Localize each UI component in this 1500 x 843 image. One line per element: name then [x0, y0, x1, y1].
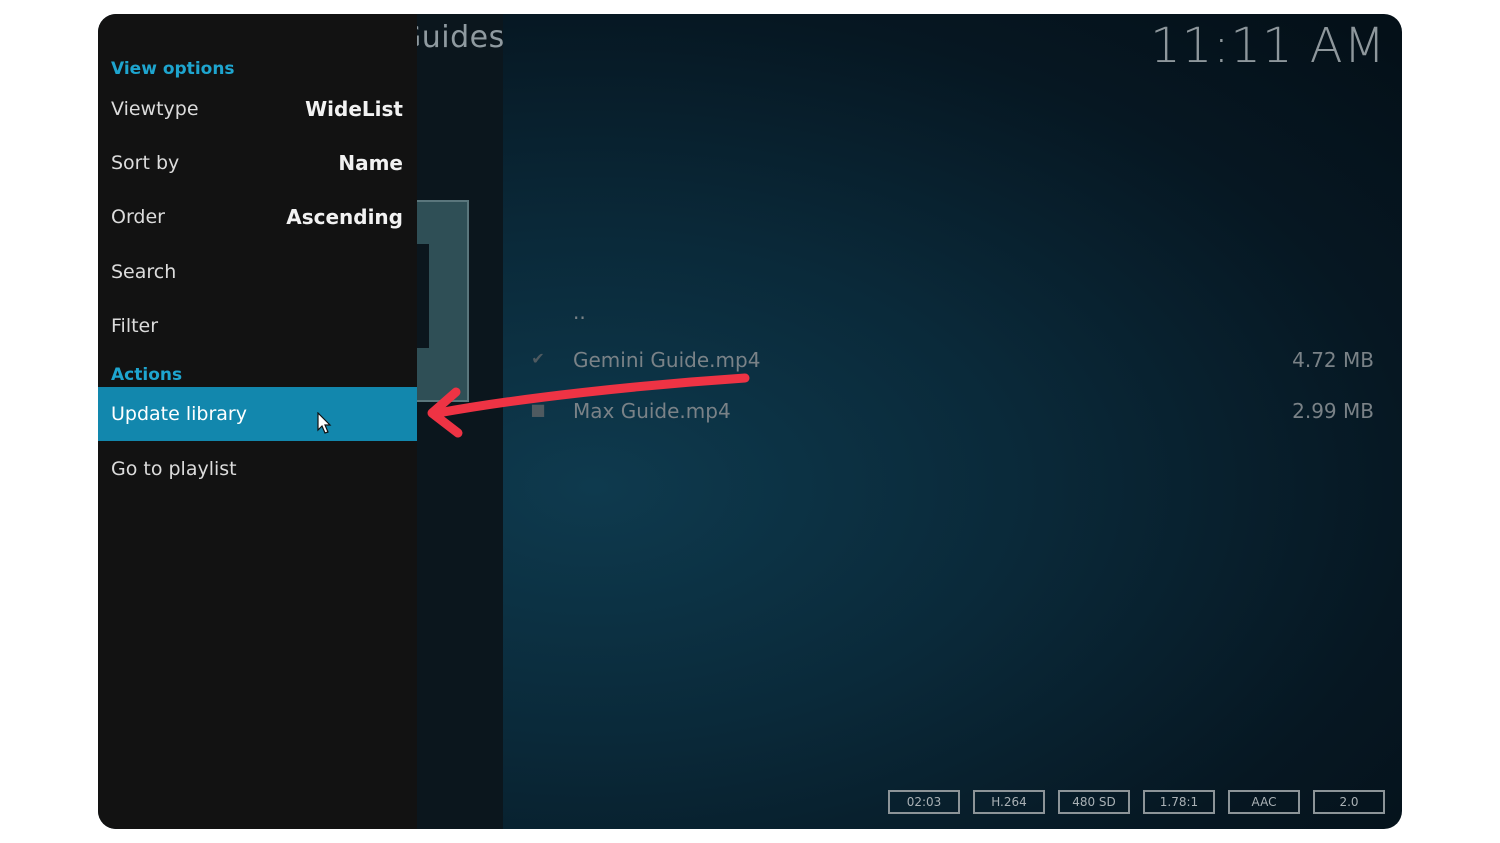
menu-item-label: Sort by [111, 152, 180, 174]
parent-folder-label: .. [573, 300, 586, 324]
menu-item-value: Name [338, 151, 403, 175]
unwatched-dot-icon: ■ [530, 400, 546, 419]
view-options-header: View options [111, 59, 235, 79]
menu-item-label: Viewtype [111, 98, 199, 120]
side-menu: View options Viewtype WideList Sort by N… [98, 14, 417, 829]
background-strip [417, 14, 503, 829]
clock: 11:11 AM [1150, 18, 1386, 74]
menu-item-value: Ascending [286, 205, 403, 229]
kodi-screen: Guides 11:11 AM .. ✔ Gemini Guide.mp4 4.… [98, 14, 1402, 829]
file-row[interactable]: ✔ Gemini Guide.mp4 4.72 MB [518, 336, 1388, 387]
menu-item-filter[interactable]: Filter [98, 299, 417, 353]
menu-item-sort-by[interactable]: Sort by Name [98, 136, 417, 190]
aspect-ratio-badge: 1.78:1 [1143, 790, 1215, 814]
menu-item-viewtype[interactable]: Viewtype WideList [98, 82, 417, 136]
file-row[interactable]: ■ Max Guide.mp4 2.99 MB [518, 387, 1388, 438]
media-info-badges: 02:03 H.264 480 SD 1.78:1 AAC 2.0 [888, 790, 1385, 814]
mouse-pointer-icon [317, 412, 332, 434]
menu-item-label: Filter [111, 315, 159, 337]
menu-item-value: WideList [305, 97, 403, 121]
file-name: Gemini Guide.mp4 [573, 348, 761, 372]
resolution-badge: 480 SD [1058, 790, 1130, 814]
menu-item-order[interactable]: Order Ascending [98, 190, 417, 244]
menu-item-label: Update library [111, 403, 247, 425]
menu-item-go-to-playlist[interactable]: Go to playlist [98, 442, 417, 496]
menu-item-label: Search [111, 261, 177, 283]
actions-header: Actions [111, 365, 183, 385]
menu-item-label: Go to playlist [111, 458, 237, 480]
menu-item-update-library[interactable]: Update library [98, 387, 417, 441]
file-size: 2.99 MB [1292, 399, 1374, 423]
file-size: 4.72 MB [1292, 348, 1374, 372]
file-name: Max Guide.mp4 [573, 399, 731, 423]
video-codec-badge: H.264 [973, 790, 1045, 814]
file-list: .. ✔ Gemini Guide.mp4 4.72 MB ■ Max Guid… [518, 296, 1388, 438]
thumbnail-shadow [417, 244, 429, 348]
menu-item-label: Order [111, 206, 165, 228]
menu-item-search[interactable]: Search [98, 245, 417, 299]
watched-check-icon: ✔ [531, 349, 545, 368]
parent-folder-row[interactable]: .. [518, 296, 1388, 336]
duration-badge: 02:03 [888, 790, 960, 814]
audio-channels-badge: 2.0 [1313, 790, 1385, 814]
audio-codec-badge: AAC [1228, 790, 1300, 814]
